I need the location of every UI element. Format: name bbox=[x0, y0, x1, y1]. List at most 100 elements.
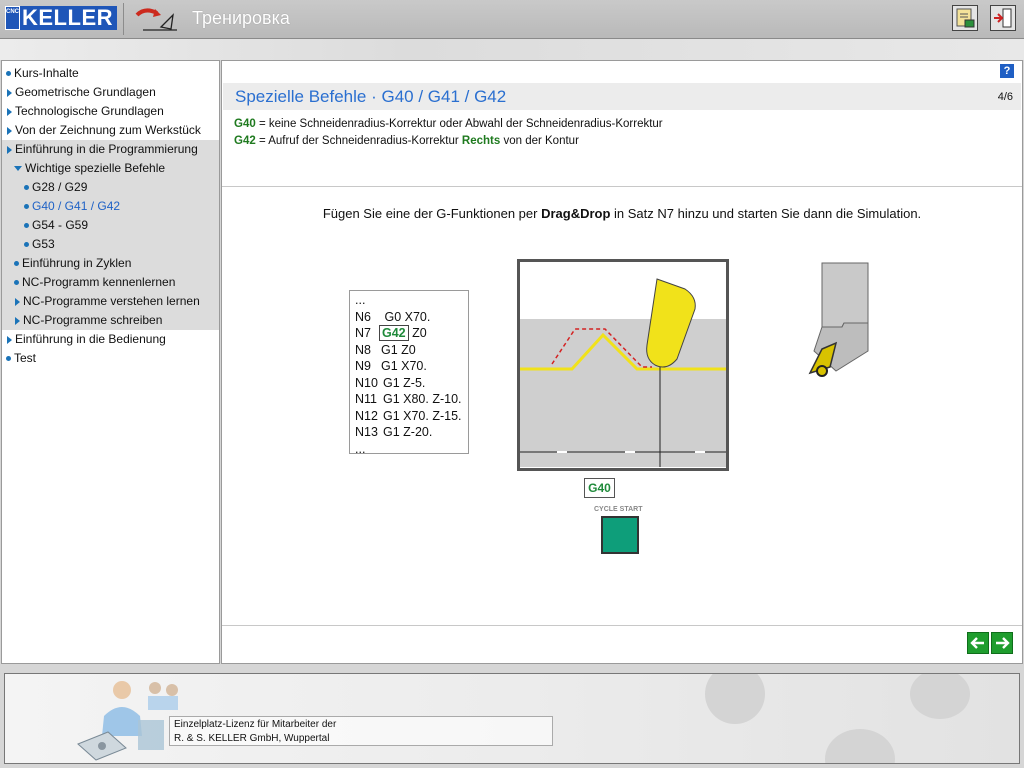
instruction-part: in Satz N7 hinzu und starten Sie dann di… bbox=[610, 206, 922, 221]
code-text: G1 X70. bbox=[381, 359, 427, 373]
expand-arrow-icon bbox=[15, 297, 20, 306]
nav-label: G53 bbox=[32, 237, 55, 251]
nav-label: NC-Programm kennenlernen bbox=[22, 275, 176, 289]
code-line: N11 G1 X80. Z-10. bbox=[355, 391, 468, 408]
divider bbox=[222, 625, 1022, 626]
cycle-start-label: CYCLE START bbox=[594, 506, 643, 513]
nav-item-einfuehrung-bedienung[interactable]: Einführung in die Bedienung bbox=[2, 330, 219, 349]
instruction-emphasis: Drag&Drop bbox=[541, 206, 611, 221]
block-number: N9 bbox=[355, 359, 371, 373]
exit-button[interactable] bbox=[990, 5, 1016, 31]
bullet-icon bbox=[24, 204, 29, 209]
decorative-disc bbox=[825, 729, 895, 763]
nav-item-test[interactable]: Test bbox=[2, 349, 219, 368]
logo-cnc-badge: CNC bbox=[5, 6, 20, 30]
arrow-left-icon bbox=[970, 637, 984, 649]
expand-arrow-icon bbox=[7, 335, 12, 344]
arrow-right-icon bbox=[996, 637, 1010, 649]
code-ellipsis: ... bbox=[355, 293, 366, 307]
expand-arrow-icon bbox=[7, 126, 12, 135]
definition-g40: G40 = keine Schneidenradius-Korrektur od… bbox=[234, 116, 663, 133]
g42-drop-slot[interactable]: G42 bbox=[379, 325, 409, 341]
code-line: N9 G1 X70. bbox=[355, 358, 468, 375]
decorative-strip bbox=[0, 39, 1024, 60]
nav-item-g28-g29[interactable]: G28 / G29 bbox=[2, 178, 219, 197]
definition-text: = Aufruf der Schneidenradius-Korrektur bbox=[255, 135, 462, 147]
nav-item-nc-programm-kennenlernen[interactable]: NC-Programm kennenlernen bbox=[2, 273, 219, 292]
page-title: Spezielle Befehle · G40 / G41 / G42 bbox=[235, 87, 507, 106]
bullet-icon bbox=[6, 71, 11, 76]
insert-screw-icon bbox=[816, 365, 828, 377]
license-line: R. & S. KELLER GmbH, Wuppertal bbox=[174, 733, 330, 744]
collapse-arrow-icon bbox=[14, 166, 22, 171]
nav-label: Einführung in Zyklen bbox=[22, 256, 132, 270]
bullet-icon bbox=[24, 185, 29, 190]
nav-item-g40-g41-g42[interactable]: G40 / G41 / G42 bbox=[2, 197, 219, 216]
expand-arrow-icon bbox=[7, 145, 12, 154]
help-button[interactable]: ? bbox=[1000, 64, 1014, 78]
bullet-icon bbox=[24, 242, 29, 247]
g-code: G42 bbox=[234, 135, 256, 147]
nav-item-technologische-grundlagen[interactable]: Technologische Grundlagen bbox=[2, 102, 219, 121]
g40-draggable[interactable]: G40 bbox=[584, 478, 615, 498]
course-navigation: Kurs-Inhalte Geometrische Grundlagen Tec… bbox=[1, 60, 220, 664]
divider bbox=[222, 186, 1022, 187]
code-line: N10 G1 Z-5. bbox=[355, 375, 468, 392]
workpiece bbox=[520, 319, 726, 467]
nav-item-kurs-inhalte[interactable]: Kurs-Inhalte bbox=[2, 64, 219, 83]
nav-label: Kurs-Inhalte bbox=[14, 66, 79, 80]
code-line: N12 G1 X70. Z-15. bbox=[355, 408, 468, 425]
nav-item-zeichnung-werkstueck[interactable]: Von der Zeichnung zum Werkstück bbox=[2, 121, 219, 140]
nav-item-nc-programme-verstehen[interactable]: NC-Programme verstehen lernen bbox=[2, 292, 219, 311]
code-line-drop-target[interactable]: N7 G42 Z0 bbox=[355, 325, 468, 342]
nav-item-g53[interactable]: G53 bbox=[2, 235, 219, 254]
instruction-part: Fügen Sie eine der G-Funktionen per bbox=[322, 206, 542, 221]
nav-item-einfuehrung-programmierung[interactable]: Einführung in die Programmierung bbox=[2, 140, 219, 159]
nav-item-geometrische-grundlagen[interactable]: Geometrische Grundlagen bbox=[2, 83, 219, 102]
nav-label: Einführung in die Programmierung bbox=[15, 142, 198, 156]
training-icon bbox=[135, 8, 177, 31]
simulation-view bbox=[517, 259, 729, 471]
decorative-disc bbox=[910, 674, 970, 719]
code-ellipsis: ... bbox=[355, 441, 366, 456]
code-text: G1 Z-5. bbox=[383, 375, 426, 390]
definitions: G40 = keine Schneidenradius-Korrektur od… bbox=[234, 116, 663, 150]
definition-text: von der Kontur bbox=[500, 135, 579, 147]
logo-wordmark: KELLER bbox=[20, 6, 117, 30]
nav-label: Geometrische Grundlagen bbox=[15, 85, 156, 99]
notes-button[interactable] bbox=[952, 5, 978, 31]
block-number: N12 bbox=[355, 408, 378, 423]
nav-label: G28 / G29 bbox=[32, 180, 88, 194]
block-number: N6 bbox=[355, 309, 371, 324]
nav-item-spezielle-befehle[interactable]: Wichtige spezielle Befehle bbox=[2, 159, 219, 178]
expand-arrow-icon bbox=[7, 107, 12, 116]
app-title: Тренировка bbox=[192, 8, 290, 28]
nav-label: NC-Programme schreiben bbox=[23, 313, 163, 327]
nav-item-g54-g59[interactable]: G54 - G59 bbox=[2, 216, 219, 235]
block-number: N10 bbox=[355, 375, 378, 390]
g-code: G40 bbox=[234, 118, 256, 130]
previous-page-button[interactable] bbox=[967, 632, 989, 654]
block-number: N11 bbox=[355, 392, 378, 406]
nav-item-nc-programme-schreiben[interactable]: NC-Programme schreiben bbox=[2, 311, 219, 330]
code-line: N8 G1 Z0 bbox=[355, 342, 468, 359]
definition-text: = keine Schneidenradius-Korrektur oder A… bbox=[255, 118, 663, 130]
expand-arrow-icon bbox=[7, 88, 12, 97]
bullet-icon bbox=[14, 261, 19, 266]
notepad-icon bbox=[956, 8, 975, 28]
definition-emphasis: Rechts bbox=[461, 135, 501, 147]
license-footer: Einzelplatz-Lizenz für Mitarbeiter der R… bbox=[4, 673, 1020, 764]
code-line: N6 G0 X70. bbox=[355, 309, 468, 326]
expand-arrow-icon bbox=[15, 316, 20, 325]
instruction-text: Fügen Sie eine der G-Funktionen per Drag… bbox=[222, 206, 1022, 221]
bullet-icon bbox=[24, 223, 29, 228]
code-text: G1 Z-20. bbox=[383, 425, 433, 439]
tool-holder-illustration bbox=[808, 262, 869, 377]
lesson-header: Spezielle Befehle · G40 / G41 / G42 4/6 bbox=[223, 83, 1021, 110]
code-text: G1 X70. Z-15. bbox=[383, 408, 462, 423]
license-line: Einzelplatz-Lizenz für Mitarbeiter der bbox=[174, 719, 337, 730]
nav-item-einfuehrung-zyklen[interactable]: Einführung in Zyklen bbox=[2, 254, 219, 273]
code-line: N13 G1 Z-20. bbox=[355, 424, 468, 441]
next-page-button[interactable] bbox=[991, 632, 1013, 654]
cycle-start-button[interactable] bbox=[601, 516, 639, 554]
